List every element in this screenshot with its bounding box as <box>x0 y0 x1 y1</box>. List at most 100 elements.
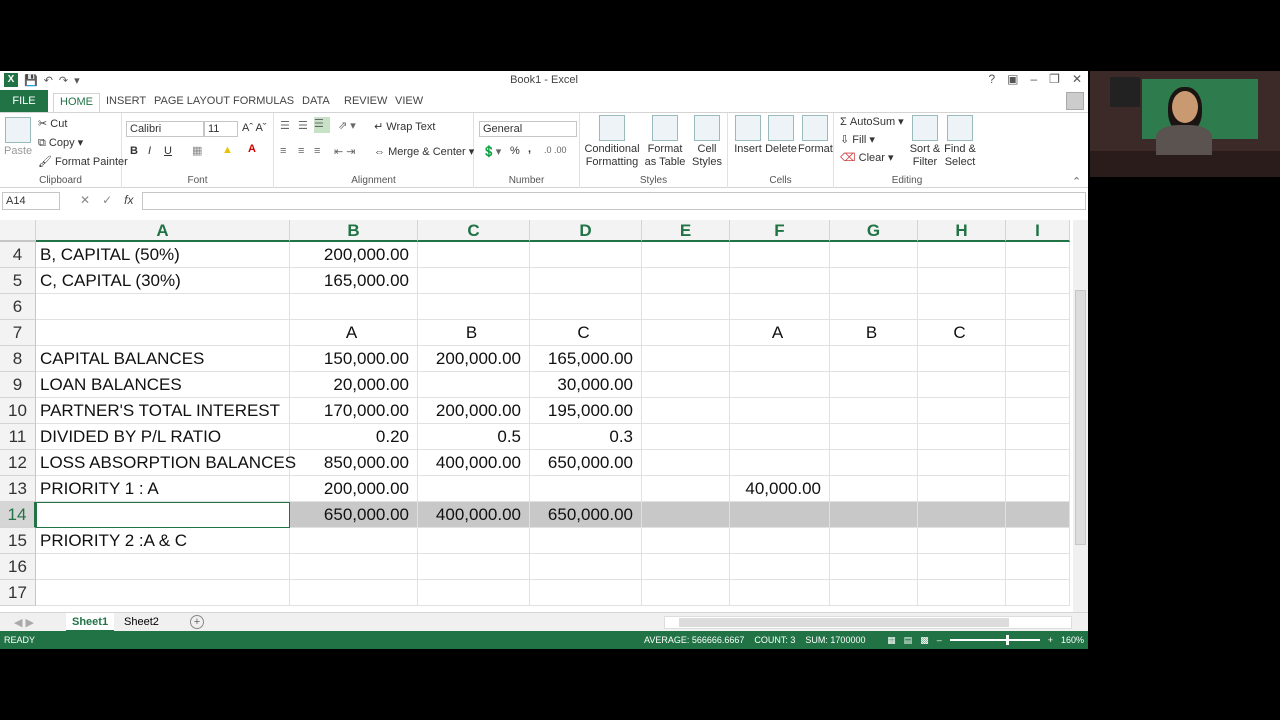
cell-b16[interactable] <box>290 554 418 580</box>
decimal-icons[interactable]: .0 .00 <box>544 145 567 155</box>
cell-b11[interactable]: 0.20 <box>290 424 418 450</box>
zoom-out-icon[interactable]: – <box>937 631 942 649</box>
cell-c8[interactable]: 200,000.00 <box>418 346 530 372</box>
cell-h8[interactable] <box>918 346 1006 372</box>
cell-a7[interactable] <box>36 320 290 346</box>
fill-button[interactable]: ⇩ Fill ▾ <box>840 133 875 146</box>
zoom-in-icon[interactable]: + <box>1048 631 1053 649</box>
cell-c6[interactable] <box>418 294 530 320</box>
cell-g11[interactable] <box>830 424 918 450</box>
cell-g4[interactable] <box>830 242 918 268</box>
cell-i16[interactable] <box>1006 554 1070 580</box>
row-header[interactable]: 10 <box>0 398 36 424</box>
cell-e12[interactable] <box>642 450 730 476</box>
column-header-b[interactable]: B <box>290 220 418 242</box>
cell-a5[interactable]: C, CAPITAL (30%) <box>36 268 290 294</box>
cell-f17[interactable] <box>730 580 830 606</box>
tab-insert[interactable]: INSERT <box>106 93 146 112</box>
borders-icon[interactable]: ▦ <box>192 144 202 157</box>
cell-a9[interactable]: LOAN BALANCES <box>36 372 290 398</box>
cell-e14[interactable] <box>642 502 730 528</box>
cell-d4[interactable] <box>530 242 642 268</box>
cell-c16[interactable] <box>418 554 530 580</box>
cell-a17[interactable] <box>36 580 290 606</box>
cell-i12[interactable] <box>1006 450 1070 476</box>
zoom-slider[interactable] <box>949 635 1040 645</box>
cell-i7[interactable] <box>1006 320 1070 346</box>
help-button[interactable]: ? <box>988 72 995 86</box>
italic-button[interactable]: I <box>148 145 151 157</box>
delete-cells-button[interactable]: Delete <box>764 115 798 155</box>
cell-g12[interactable] <box>830 450 918 476</box>
cell-d6[interactable] <box>530 294 642 320</box>
zoom-slider-knob[interactable] <box>1005 635 1009 645</box>
cell-b17[interactable] <box>290 580 418 606</box>
font-family-select[interactable]: Calibri <box>126 121 204 137</box>
find-select-button[interactable]: Find & Select <box>942 115 978 169</box>
close-icon[interactable]: ✕ <box>1072 72 1082 86</box>
page-layout-view-icon[interactable]: ▤ <box>904 631 913 649</box>
column-header-d[interactable]: D <box>530 220 642 242</box>
row-header[interactable]: 14 <box>0 502 36 528</box>
column-header-f[interactable]: F <box>730 220 830 242</box>
cell-h6[interactable] <box>918 294 1006 320</box>
cell-f10[interactable] <box>730 398 830 424</box>
cell-h4[interactable] <box>918 242 1006 268</box>
cell-d9[interactable]: 30,000.00 <box>530 372 642 398</box>
cell-c15[interactable] <box>418 528 530 554</box>
cell-h7[interactable]: C <box>918 320 1006 346</box>
cell-a16[interactable] <box>36 554 290 580</box>
copy-button[interactable]: ⧉ Copy ▾ <box>38 136 83 150</box>
cell-g16[interactable] <box>830 554 918 580</box>
select-all-corner[interactable] <box>0 220 36 242</box>
cell-h11[interactable] <box>918 424 1006 450</box>
cell-e16[interactable] <box>642 554 730 580</box>
cell-a4[interactable]: B, CAPITAL (50%) <box>36 242 290 268</box>
name-box[interactable]: A14 <box>2 192 60 210</box>
underline-button[interactable]: U <box>164 145 172 157</box>
cell-a8[interactable]: CAPITAL BALANCES <box>36 346 290 372</box>
top-align-icon[interactable]: ☰ <box>280 119 290 132</box>
sheet-tab-sheet2[interactable]: Sheet2 <box>118 613 165 632</box>
sheet-nav-arrows[interactable]: ◀ ▶ <box>14 616 34 629</box>
enter-icon[interactable]: ✓ <box>102 193 112 207</box>
cell-a13[interactable]: PRIORITY 1 : A <box>36 476 290 502</box>
cell-b8[interactable]: 150,000.00 <box>290 346 418 372</box>
cell-f5[interactable] <box>730 268 830 294</box>
zoom-level[interactable]: 160% <box>1061 631 1084 649</box>
ribbon-display-icon[interactable]: ▣ <box>1007 72 1018 86</box>
cell-i6[interactable] <box>1006 294 1070 320</box>
cell-h5[interactable] <box>918 268 1006 294</box>
cell-f6[interactable] <box>730 294 830 320</box>
cell-b5[interactable]: 165,000.00 <box>290 268 418 294</box>
row-header[interactable]: 13 <box>0 476 36 502</box>
maximize-icon[interactable]: ❐ <box>1049 72 1060 86</box>
page-break-view-icon[interactable]: ▩ <box>920 631 929 649</box>
row-header[interactable]: 15 <box>0 528 36 554</box>
cell-b15[interactable] <box>290 528 418 554</box>
row-header[interactable]: 16 <box>0 554 36 580</box>
cell-d7[interactable]: C <box>530 320 642 346</box>
cell-g14[interactable] <box>830 502 918 528</box>
cell-e7[interactable] <box>642 320 730 346</box>
cell-a12[interactable]: LOSS ABSORPTION BALANCES <box>36 450 296 476</box>
align-center-icon[interactable]: ≡ <box>298 145 304 157</box>
cell-h12[interactable] <box>918 450 1006 476</box>
comma-button[interactable]: , <box>528 143 531 155</box>
font-color-icon[interactable]: A <box>248 143 256 155</box>
align-left-icon[interactable]: ≡ <box>280 145 286 157</box>
cell-i4[interactable] <box>1006 242 1070 268</box>
cell-d12[interactable]: 650,000.00 <box>530 450 642 476</box>
cell-e15[interactable] <box>642 528 730 554</box>
cell-f11[interactable] <box>730 424 830 450</box>
conditional-formatting-button[interactable]: Conditional Formatting <box>584 115 640 169</box>
column-header-g[interactable]: G <box>830 220 918 242</box>
cell-i15[interactable] <box>1006 528 1070 554</box>
row-header[interactable]: 5 <box>0 268 36 294</box>
cell-b13[interactable]: 200,000.00 <box>290 476 418 502</box>
cell-d17[interactable] <box>530 580 642 606</box>
paste-button[interactable]: Paste <box>4 117 32 157</box>
cell-c5[interactable] <box>418 268 530 294</box>
cut-button[interactable]: ✂ Cut <box>38 117 67 130</box>
align-right-icon[interactable]: ≡ <box>314 145 320 157</box>
